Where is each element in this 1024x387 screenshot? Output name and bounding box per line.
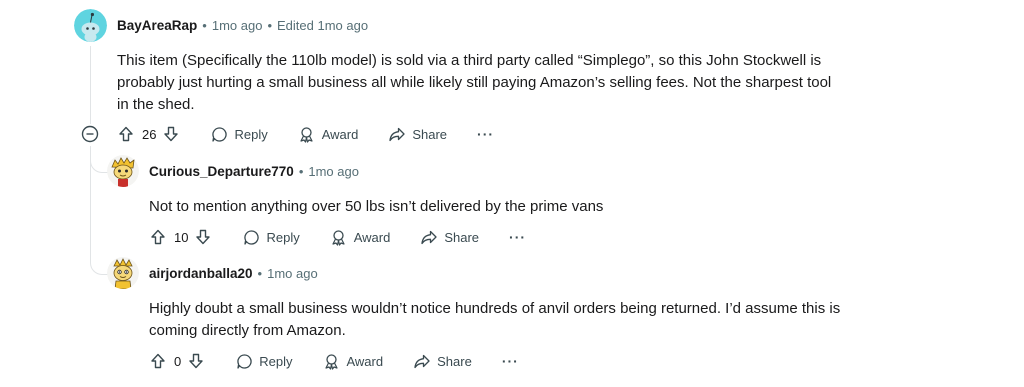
share-button[interactable]: Share (413, 352, 472, 370)
comment-actions: 10 Reply Award Share ··· (149, 227, 526, 247)
vote-count: 10 (174, 229, 189, 245)
comment-body: This item (Specifically the 110lb model)… (117, 52, 832, 113)
award-label: Award (321, 126, 359, 142)
award-button[interactable]: Award (298, 125, 359, 143)
share-icon (420, 228, 438, 246)
reply-label: Reply (234, 126, 268, 142)
award-label: Award (353, 229, 391, 245)
share-button[interactable]: Share (420, 228, 479, 246)
upvote-icon[interactable] (149, 228, 167, 246)
comment-meta: airjordanballa20 • 1mo ago (149, 266, 318, 281)
share-icon (413, 352, 431, 370)
username[interactable]: airjordanballa20 (149, 266, 253, 281)
vote-group: 26 (117, 125, 180, 143)
comment-meta: Curious_Departure770 • 1mo ago (149, 164, 359, 179)
comment-actions: 26 Reply Award Share ··· (117, 124, 494, 144)
comment-meta: BayAreaRap • 1mo ago • Edited 1mo ago (117, 18, 368, 33)
username[interactable]: BayAreaRap (117, 18, 197, 33)
meta-separator: • (298, 164, 304, 179)
avatar[interactable] (107, 155, 139, 187)
meta-separator: • (202, 18, 207, 33)
reply-button[interactable]: Reply (242, 228, 300, 246)
more-options-button[interactable]: ··· (477, 126, 494, 142)
edited-label: Edited 1mo ago (277, 18, 369, 33)
username[interactable]: Curious_Departure770 (149, 164, 294, 179)
vote-group: 0 (149, 352, 205, 370)
upvote-icon[interactable] (149, 352, 167, 370)
reply-button[interactable]: Reply (235, 352, 292, 370)
timestamp[interactable]: 1mo ago (267, 266, 318, 281)
thread-line (90, 46, 91, 124)
vote-count: 0 (174, 353, 182, 369)
downvote-icon[interactable] (187, 352, 205, 370)
meta-separator: • (257, 266, 263, 281)
avatar[interactable] (107, 257, 139, 289)
timestamp[interactable]: 1mo ago (212, 18, 263, 33)
timestamp[interactable]: 1mo ago (308, 164, 359, 179)
award-button[interactable]: Award (322, 352, 383, 370)
collapse-thread-button[interactable] (81, 125, 99, 143)
reply-label: Reply (259, 353, 293, 369)
award-icon (322, 352, 340, 370)
vote-group: 10 (149, 228, 212, 246)
award-label: Award (346, 353, 384, 369)
share-label: Share (437, 353, 472, 369)
share-label: Share (412, 126, 448, 142)
comment-body: Not to mention anything over 50 lbs isn’… (149, 198, 604, 215)
comment-bubble-icon (242, 228, 260, 246)
collapse-icon (81, 125, 99, 143)
upvote-icon[interactable] (117, 125, 135, 143)
reply-label: Reply (266, 229, 300, 245)
downvote-icon[interactable] (194, 228, 212, 246)
more-options-button[interactable]: ··· (509, 229, 526, 245)
share-label: Share (444, 229, 480, 245)
award-icon (298, 125, 316, 143)
meta-separator: • (267, 18, 273, 33)
share-icon (388, 125, 406, 143)
avatar[interactable] (74, 9, 107, 42)
cartoon-avatar-icon (107, 155, 139, 187)
comment-bubble-icon (235, 352, 253, 370)
comment-body: Highly doubt a small business wouldn’t n… (149, 300, 841, 339)
comment-bubble-icon (210, 125, 228, 143)
snoo-avatar-icon (74, 9, 107, 42)
cartoon-avatar-icon (107, 257, 139, 289)
vote-count: 26 (142, 126, 157, 142)
downvote-icon[interactable] (162, 125, 180, 143)
award-icon (330, 228, 348, 246)
award-button[interactable]: Award (330, 228, 391, 246)
share-button[interactable]: Share (388, 125, 447, 143)
reply-button[interactable]: Reply (210, 125, 268, 143)
more-options-button[interactable]: ··· (502, 353, 519, 369)
comment-actions: 0 Reply Award Share ··· (149, 351, 519, 371)
